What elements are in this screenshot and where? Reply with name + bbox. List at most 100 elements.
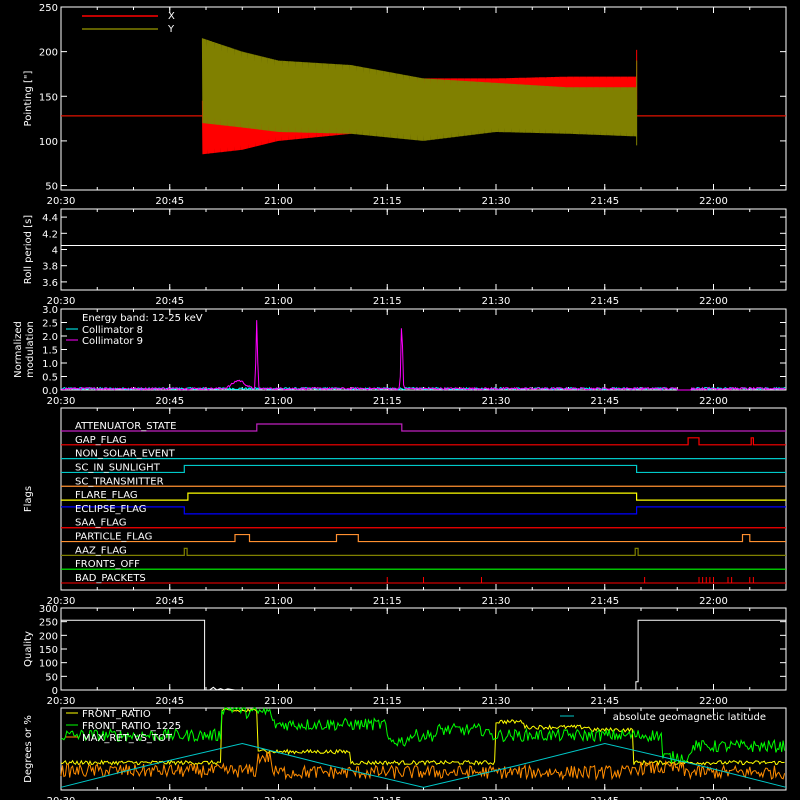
modulation-series-collimator-9	[60, 320, 786, 391]
pointing-ytick-label: 50	[45, 182, 58, 193]
modulation-ylabel-line1: Normalized	[13, 321, 24, 378]
roll_period-panel: 20:30 20:45 21:00 21:15 21:30 21:45 22:003.63.…	[23, 208, 787, 307]
quality-xtick-label: 21:30	[482, 696, 511, 707]
modulation-ytick-label: 2.5	[42, 319, 58, 330]
ratios-xtick-label: 21:15	[373, 796, 402, 800]
flag-label-eclipse-flag: ECLIPSE_FLAG	[75, 504, 146, 515]
pointing-ytick-label: 200	[39, 48, 58, 59]
quality-ytick-label: 100	[39, 659, 58, 670]
pointing-ytick-label: 250	[39, 3, 58, 14]
ratios-xtick-label: 21:45	[590, 796, 619, 800]
quality-xtick-label: 21:15	[373, 696, 402, 707]
quality-ytick-label: 300	[39, 604, 58, 615]
flags-frame	[60, 407, 787, 591]
pointing-xtick-label: 21:15	[373, 196, 402, 207]
pointing-xtick-label: 20:45	[155, 196, 184, 207]
ratios-series-absolute-geomagnetic-latitude	[60, 742, 787, 788]
modulation-xtick-label: 21:15	[373, 396, 402, 407]
modulation-xtick-label: 21:30	[482, 396, 511, 407]
roll_period-ytick-label: 3.8	[42, 262, 58, 273]
modulation-xtick-label: 22:00	[699, 396, 728, 407]
flag-line-gap-flag	[61, 437, 786, 446]
pointing-ylabel: Pointing ["]	[23, 70, 34, 126]
roll_period-xtick-label: 21:15	[373, 296, 402, 307]
roll_period-xtick-label: 21:45	[590, 296, 619, 307]
modulation-ytick-label: 2.0	[42, 332, 58, 343]
modulation-ytick-label: 1.0	[42, 359, 58, 370]
flag-line-flare-flag	[61, 492, 786, 501]
pointing-xtick-label: 21:00	[264, 196, 293, 207]
orbit-summary-figure: 20:30 20:45 21:00 21:15 21:30 21:45 22:00 50 100…	[13, 3, 787, 800]
flag-label-sc-in-sunlight: SC_IN_SUNLIGHT	[75, 462, 161, 473]
ratios-panel: 20:30 20:45 21:00 21:15 21:30 21:45 22:00 Degre…	[23, 706, 787, 800]
modulation-ytick-label: 0.0	[42, 386, 58, 397]
pointing-ytick-label: 100	[39, 137, 58, 148]
ratios-xtick-label: 20:30	[47, 796, 76, 800]
quality-ylabel: Quality	[23, 631, 34, 667]
flag-label-flare-flag: FLARE_FLAG	[75, 490, 138, 501]
flags-xtick-label: 22:00	[699, 596, 728, 607]
ratios-legend-label-front-ratio-1225: FRONT_RATIO_1225	[82, 721, 181, 732]
flag-line-eclipse-flag	[61, 506, 786, 515]
pointing-xtick-label: 21:30	[482, 196, 511, 207]
ratios-xtick-label: 20:45	[155, 796, 184, 800]
ratios-xtick-label: 22:00	[699, 796, 728, 800]
quality-line	[61, 619, 786, 691]
roll_period-xtick-label: 20:45	[155, 296, 184, 307]
pointing-series-y	[201, 38, 637, 141]
quality-xtick-label: 21:45	[590, 696, 619, 707]
flag-label-fronts-off: FRONTS_OFF	[75, 559, 140, 570]
roll_period-xtick-label: 22:00	[699, 296, 728, 307]
pointing-xtick-label: 21:45	[590, 196, 619, 207]
roll_period-ytick-label: 3.6	[42, 278, 58, 289]
quality-xtick-label: 20:45	[155, 696, 184, 707]
roll_period-ylabel: Roll period [s]	[23, 215, 34, 284]
modulation-legend-title: Energy band: 12-25 keV	[82, 313, 203, 324]
quality-panel: 20:30 20:45 21:00 21:15 21:30 21:45 22:00 0 50 10…	[23, 604, 787, 707]
ratios-legend-label-absolute-geomagnetic-latitude: absolute geomagnetic latitude	[613, 712, 766, 723]
modulation-xtick-label: 21:00	[264, 396, 293, 407]
modulation-ytick-label: 0.5	[42, 373, 58, 384]
flag-label-gap-flag: GAP_FLAG	[75, 435, 127, 446]
flag-label-sc-transmitter: SC_TRANSMITTER	[75, 476, 164, 487]
legend-label-y: Y	[167, 24, 175, 35]
quality-ytick-label: 50	[45, 672, 58, 683]
quality-xtick-label: 22:00	[699, 696, 728, 707]
roll_period-ytick-label: 4.2	[42, 229, 58, 240]
quality-xtick-label: 21:00	[264, 696, 293, 707]
flags-xtick-label: 21:45	[590, 596, 619, 607]
ratios-legend-label-max-ret-vs-tot: MAX_RET_VS_TOT	[82, 733, 173, 744]
ratios-xtick-label: 21:00	[264, 796, 293, 800]
modulation-ytick-label: 3.0	[42, 305, 58, 316]
roll_period-xtick-label: 21:30	[482, 296, 511, 307]
modulation-ylabel-line2: modulation	[25, 321, 36, 378]
quality-ytick-label: 150	[39, 645, 58, 656]
flags-xtick-label: 21:30	[482, 596, 511, 607]
flag-line-particle-flag	[61, 533, 786, 543]
flag-label-particle-flag: PARTICLE_FLAG	[75, 532, 152, 543]
modulation-ytick-label: 1.5	[42, 346, 58, 357]
flags-ylabel: Flags	[23, 486, 34, 512]
flags-panel: 20:30 20:45 21:00 21:15 21:30 21:45 22:00Flags…	[23, 407, 787, 607]
flag-line-sc-in-sunlight	[61, 464, 786, 474]
ratios-xtick-label: 21:30	[482, 796, 511, 800]
quality-ytick-label: 0	[52, 686, 58, 697]
ratios-legend-label-front-ratio: FRONT_RATIO	[82, 709, 151, 720]
modulation-legend-label-1: Collimator 9	[82, 336, 143, 347]
modulation-xtick-label: 21:45	[590, 396, 619, 407]
modulation-xtick-label: 20:45	[155, 396, 184, 407]
flag-label-bad-packets: BAD_PACKETS	[75, 573, 146, 584]
roll_period-ytick-label: 4.4	[42, 213, 58, 224]
roll_period-frame	[60, 208, 787, 291]
flag-label-saa-flag: SAA_FLAG	[75, 518, 126, 529]
flag-label-attenuator-state: ATTENUATOR_STATE	[75, 421, 176, 432]
quality-xtick-label: 20:30	[47, 696, 76, 707]
legend-label-x: X	[168, 11, 175, 22]
modulation-xtick-label: 20:30	[47, 396, 76, 407]
flag-label-non-solar-event: NON_SOLAR_EVENT	[75, 449, 176, 460]
pointing-xtick-label: 22:00	[699, 196, 728, 207]
flags-xtick-label: 21:00	[264, 596, 293, 607]
quality-ytick-label: 200	[39, 631, 58, 642]
pointing-ytick-label: 150	[39, 92, 58, 103]
roll_period-ytick-label: 4	[52, 246, 58, 257]
